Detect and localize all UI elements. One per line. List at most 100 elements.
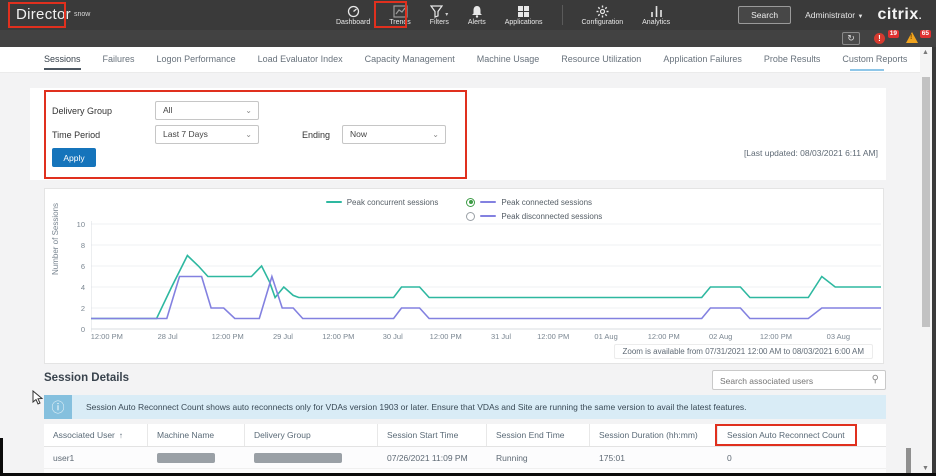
warning-alerts-badge[interactable]: 65 [906,31,928,46]
legend-radio-group: Peak connected sessions Peak disconnected… [466,196,602,222]
legend-peak-concurrent: Peak concurrent sessions [326,196,439,208]
sort-ascending-icon: ↑ [119,431,123,440]
tab-strip-scroll-indicator[interactable] [850,69,884,71]
x-axis-tick: 12:00 PM [91,332,123,341]
filters-icon [430,5,443,18]
y-axis-tick: 10 [63,220,85,229]
column-header-associated-user[interactable]: Associated User↑ [44,424,148,446]
session-details-title: Session Details [44,372,129,384]
info-banner-text: Session Auto Reconnect Count shows auto … [86,402,747,412]
x-axis-tick: 12:00 PM [537,332,569,341]
scrollbar-thumb[interactable] [922,77,930,327]
nav-item-configuration[interactable]: Configuration [576,3,630,27]
ending-select[interactable]: Now ⌄ [342,125,446,144]
legend-label: Peak concurrent sessions [347,198,439,207]
legend-label: Peak connected sessions [501,198,592,207]
sessions-chart-panel: Peak concurrent sessions Peak connected s… [44,188,884,364]
site-name: snow [74,11,90,18]
x-axis-tick: 28 Jul [158,332,178,341]
zoom-availability-note: Zoom is available from 07/31/2021 12:00 … [614,344,874,359]
tab-application-failures[interactable]: Application Failures [663,48,742,71]
error-icon: ! [874,33,885,44]
tab-custom-reports[interactable]: Custom Reports [842,48,907,71]
nav-item-alerts[interactable]: Alerts [462,3,492,27]
table-row[interactable]: user107/26/2021 11:09 PMRunning175:010 [44,447,886,469]
y-axis-tick: 6 [63,262,85,271]
scroll-down-arrow[interactable]: ▼ [922,465,929,472]
top-bar: Director snow Dashboard Trends ▾Filters Ale… [0,0,936,30]
sessions-line-chart[interactable] [91,221,881,332]
table-cell: Running [487,447,590,468]
tab-resource-utilization[interactable]: Resource Utilization [561,48,641,71]
tab-logon-performance[interactable]: Logon Performance [157,48,236,71]
trends-tab-strip: Sessions Failures Logon Performance Load Ev… [0,47,922,73]
user-menu[interactable]: Administrator ▼ [805,10,863,20]
search-input[interactable] [713,372,863,390]
session-details-table: Associated User↑Machine NameDelivery Gro… [44,424,886,474]
time-period-value: Last 7 Days [163,129,208,139]
tab-sessions[interactable]: Sessions [44,48,81,71]
tab-machine-usage[interactable]: Machine Usage [477,48,540,71]
radio-button[interactable] [466,198,475,207]
nav-item-applications[interactable]: Applications [499,3,549,27]
critical-alerts-badge[interactable]: ! 19 [874,31,896,46]
configuration-icon [596,5,609,18]
x-axis-tick: 31 Jul [491,332,511,341]
x-axis-tick: 12:00 PM [322,332,354,341]
time-period-select[interactable]: Last 7 Days ⌄ [155,125,259,144]
table-cell [148,447,245,468]
alerts-icon [471,5,483,18]
column-header-delivery-group[interactable]: Delivery Group [245,424,378,446]
chevron-down-icon: ▼ [858,14,864,20]
y-axis-tick: 0 [63,325,85,334]
nav-item-label: Alerts [468,19,486,26]
critical-alert-count: 19 [888,30,899,38]
column-header-session-end-time[interactable]: Session End Time [487,424,590,446]
nav-item-dashboard[interactable]: Dashboard [330,3,376,27]
column-header-machine-name[interactable]: Machine Name [148,424,245,446]
scroll-up-arrow[interactable]: ▲ [922,49,929,56]
nav-item-label: Applications [505,19,543,26]
search-icon: ⚲ [872,374,879,385]
nav-item-analytics[interactable]: Analytics [636,3,676,27]
delivery-group-select[interactable]: All ⌄ [155,101,259,120]
column-header-session-auto-reconnect-count[interactable]: Session Auto Reconnect Count [718,424,884,446]
warning-alert-count: 65 [920,30,931,38]
associated-users-search[interactable]: ⚲ [712,370,886,390]
legend-radio-peak-connected-sessions[interactable]: Peak connected sessions [466,196,602,208]
x-axis-tick: 02 Aug [709,332,732,341]
column-header-session-duration-hh-mm-[interactable]: Session Duration (hh:mm) [590,424,718,446]
column-header-session-start-time[interactable]: Session Start Time [378,424,487,446]
nav-item-label: Filters [430,19,449,26]
radio-button[interactable] [466,212,475,221]
table-scrollbar[interactable] [906,448,911,474]
tab-capacity-management[interactable]: Capacity Management [365,48,455,71]
tab-load-evaluator-index[interactable]: Load Evaluator Index [258,48,343,71]
x-axis-tick: 01 Aug [594,332,617,341]
status-bar: ↻ ! 19 65 [0,30,936,47]
x-axis-tick: 30 Jul [383,332,403,341]
legend-label: Peak disconnected sessions [501,212,602,221]
mouse-cursor [32,390,44,406]
chart-legend: Peak concurrent sessions Peak connected s… [45,196,883,222]
apply-button[interactable]: Apply [52,148,96,167]
main-nav: Dashboard Trends ▾Filters Alerts Application… [330,0,676,30]
time-period-label: Time Period [52,130,100,140]
nav-item-label: Dashboard [336,19,370,26]
refresh-icon[interactable]: ↻ [842,32,860,45]
nav-item-label: Analytics [642,19,670,26]
page-scrollbar[interactable]: ▲ ▼ [920,47,932,476]
search-button[interactable]: Search [738,6,791,24]
nav-item-filters[interactable]: ▾Filters [424,3,455,27]
table-header-row: Associated User↑Machine NameDelivery Gro… [44,424,886,447]
x-axis-tick: 29 Jul [273,332,293,341]
legend-line-swatch [480,215,496,217]
info-icon: ⓘ [44,395,72,419]
redacted-value [254,453,342,463]
chevron-down-icon: ⌄ [245,102,252,119]
nav-item-trends[interactable]: Trends [383,3,417,27]
ending-label: Ending [302,130,330,140]
tab-failures[interactable]: Failures [103,48,135,71]
tab-probe-results[interactable]: Probe Results [764,48,821,71]
director-logo[interactable]: Director [16,6,71,23]
